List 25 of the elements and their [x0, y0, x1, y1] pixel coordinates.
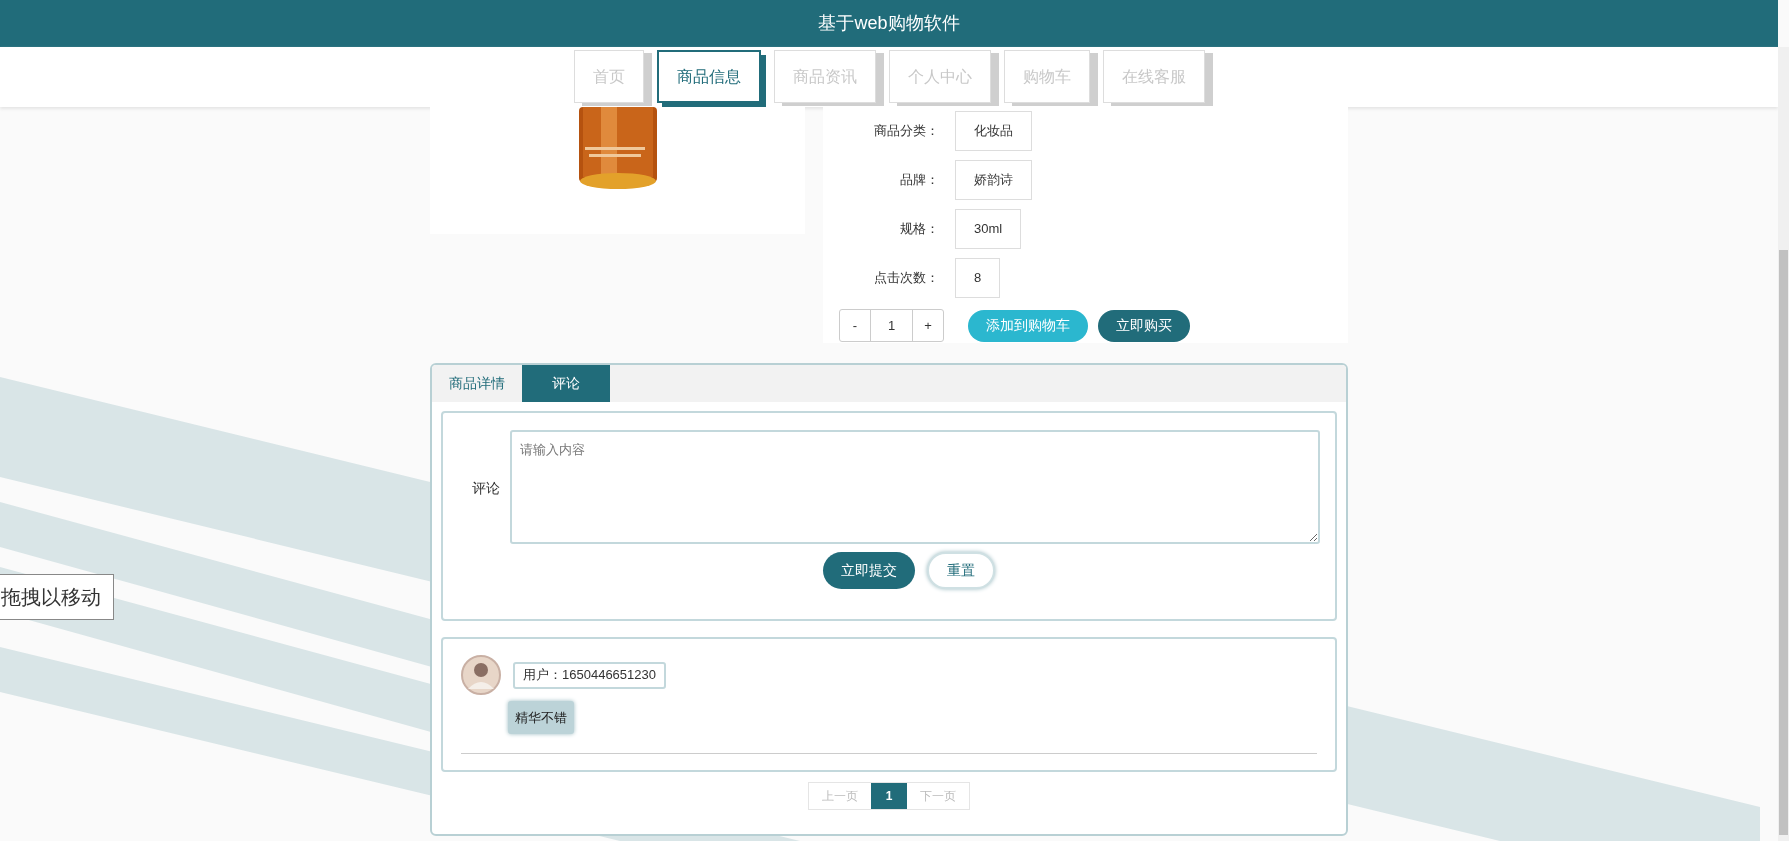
field-value: 化妆品 [955, 111, 1032, 151]
submit-button[interactable]: 立即提交 [823, 552, 915, 589]
detail-tab[interactable]: 评论 [522, 365, 610, 402]
reset-button[interactable]: 重置 [927, 552, 995, 589]
comment-text: 精华不错 [508, 701, 574, 734]
avatar-icon [461, 655, 501, 695]
comment-input[interactable]: 请输入内容 [510, 430, 1320, 544]
comment-label: 评论 [471, 479, 501, 498]
field-label: 商品分类： [873, 122, 939, 141]
drag-hint: 拖拽以移动 [0, 574, 114, 620]
field-value: 娇韵诗 [955, 160, 1032, 200]
field-value: 8 [955, 258, 1001, 298]
quantity-value: 1 [886, 316, 897, 335]
buy-now-button[interactable]: 立即购买 [1098, 309, 1190, 342]
detail-tab[interactable]: 商品详情 [432, 365, 522, 402]
scrollbar-thumb[interactable] [1779, 250, 1788, 835]
minus-button[interactable]: - [840, 310, 871, 341]
plus-button[interactable]: + [912, 310, 943, 341]
field-label: 点击次数： [873, 269, 939, 288]
page-button[interactable]: 1 [871, 783, 907, 809]
field-value: 30ml [955, 209, 1022, 249]
field-label: 规格： [899, 220, 939, 239]
field-label: 品牌： [899, 171, 939, 190]
comment-username: 用户：1650446651230 [513, 661, 666, 689]
site-title: 基于web购物软件 [818, 12, 960, 35]
